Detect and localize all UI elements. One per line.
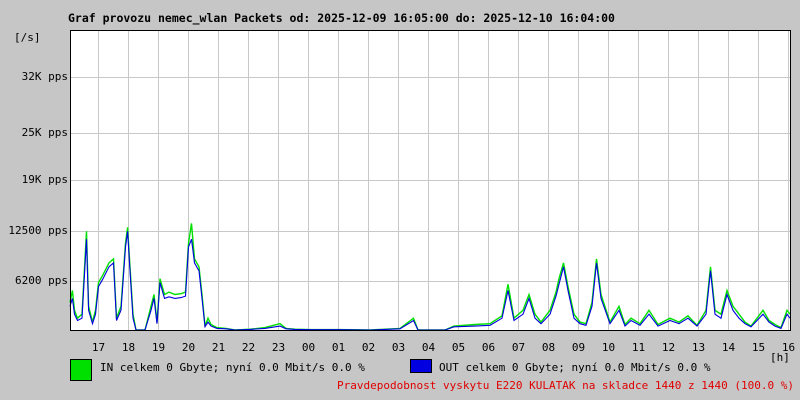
y-tick-label: 25K pps bbox=[21, 125, 68, 139]
x-tick-label: 06 bbox=[481, 341, 496, 354]
x-tick-label: 11 bbox=[631, 341, 646, 354]
x-tick-label: 13 bbox=[691, 341, 706, 354]
x-tick-label: 01 bbox=[331, 341, 346, 354]
y-tick-label: 6200 pps bbox=[15, 273, 68, 287]
x-tick-label: 12 bbox=[661, 341, 676, 354]
x-tick-label: 22 bbox=[241, 341, 256, 354]
x-tick-label: 05 bbox=[451, 341, 466, 354]
x-tick-label: 21 bbox=[211, 341, 226, 354]
y-tick-label: 32K pps bbox=[21, 69, 68, 83]
x-tick-label: 17 bbox=[91, 341, 106, 354]
x-tick-label: 09 bbox=[571, 341, 586, 354]
y-tick-label: 19K pps bbox=[21, 172, 68, 186]
x-tick-label: 00 bbox=[301, 341, 316, 354]
legend-in-swatch bbox=[70, 359, 92, 381]
x-tick-label: 04 bbox=[421, 341, 436, 354]
legend-in-text: IN celkem 0 Gbyte; nyní 0.0 Mbit/s 0.0 % bbox=[100, 361, 365, 374]
x-tick-label: 20 bbox=[181, 341, 196, 354]
x-tick-label: 08 bbox=[541, 341, 556, 354]
y-tick-label: 12500 pps bbox=[8, 223, 68, 237]
legend-out-swatch bbox=[410, 359, 432, 373]
traffic-chart bbox=[69, 30, 791, 331]
footer-note: Pravdepodobnost vyskytu E220 KULATAK na … bbox=[337, 379, 794, 392]
x-tick-label: 14 bbox=[721, 341, 736, 354]
x-tick-label: 07 bbox=[511, 341, 526, 354]
x-tick-label: 02 bbox=[361, 341, 376, 354]
x-tick-label: 10 bbox=[601, 341, 616, 354]
x-unit-label: [h] bbox=[770, 351, 790, 364]
x-tick-label: 23 bbox=[271, 341, 286, 354]
x-tick-label: 18 bbox=[121, 341, 136, 354]
x-tick-label: 03 bbox=[391, 341, 406, 354]
legend-out-text: OUT celkem 0 Gbyte; nyní 0.0 Mbit/s 0.0 … bbox=[439, 361, 711, 374]
x-tick-label: 19 bbox=[151, 341, 166, 354]
x-tick-label: 15 bbox=[751, 341, 766, 354]
